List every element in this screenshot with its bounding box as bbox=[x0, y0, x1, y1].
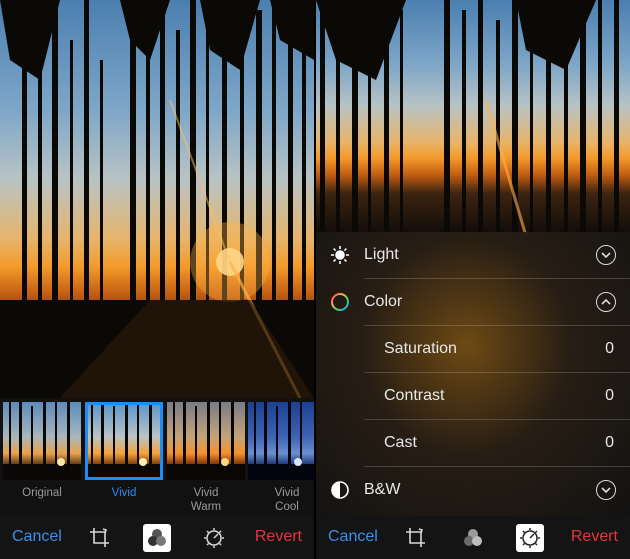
cancel-button[interactable]: Cancel bbox=[328, 528, 378, 546]
contrast-value: 0 bbox=[605, 387, 614, 404]
filter-thumb-vivid-cool[interactable] bbox=[248, 402, 314, 480]
adjust-dial-icon[interactable] bbox=[516, 524, 544, 552]
forest-sunset-image bbox=[316, 0, 619, 236]
filters-icon[interactable] bbox=[143, 524, 171, 552]
chevron-down-icon[interactable] bbox=[596, 480, 616, 500]
adjust-dial-icon[interactable] bbox=[200, 524, 228, 552]
filter-thumb-vivid-warm[interactable] bbox=[167, 402, 245, 480]
chevron-down-icon[interactable] bbox=[596, 245, 616, 265]
row-bw[interactable]: B&W bbox=[316, 467, 630, 514]
contrast-label: Contrast bbox=[384, 387, 445, 404]
color-wheel-icon bbox=[330, 292, 350, 312]
row-color[interactable]: Color bbox=[316, 279, 630, 326]
saturation-value: 0 bbox=[605, 340, 614, 357]
cancel-button[interactable]: Cancel bbox=[12, 528, 62, 546]
sun-icon bbox=[330, 245, 350, 265]
filter-label-vivid-warm: Vivid Warm bbox=[190, 487, 222, 513]
photo-preview bbox=[0, 0, 314, 398]
saturation-label: Saturation bbox=[384, 340, 457, 357]
row-cast[interactable]: Cast 0 bbox=[316, 420, 630, 467]
filter-strip bbox=[0, 402, 314, 482]
filter-thumb-vivid[interactable] bbox=[85, 402, 163, 480]
cast-value: 0 bbox=[605, 434, 614, 451]
color-label: Color bbox=[364, 293, 403, 310]
crop-rotate-icon[interactable] bbox=[86, 524, 114, 552]
filter-label-original: Original bbox=[22, 487, 62, 499]
row-contrast[interactable]: Contrast 0 bbox=[316, 373, 630, 420]
revert-button[interactable]: Revert bbox=[571, 528, 618, 546]
filter-label-vivid-cool: Vivid Cool bbox=[274, 487, 300, 513]
chevron-up-icon[interactable] bbox=[596, 292, 616, 312]
half-circle-icon bbox=[330, 480, 350, 500]
row-saturation[interactable]: Saturation 0 bbox=[316, 326, 630, 373]
filters-icon[interactable] bbox=[459, 524, 487, 552]
light-label: Light bbox=[364, 246, 399, 263]
filter-thumb-original[interactable] bbox=[3, 402, 81, 480]
adjustments-screen: Light Color Saturation 0 Contrast 0 Cast… bbox=[316, 0, 630, 559]
row-light[interactable]: Light bbox=[316, 232, 630, 279]
filter-label-vivid: Vivid bbox=[111, 487, 137, 499]
forest-sunset-image bbox=[0, 0, 314, 398]
cast-label: Cast bbox=[384, 434, 417, 451]
bottom-toolbar: Cancel Revert bbox=[316, 516, 630, 559]
photo-preview bbox=[316, 0, 630, 236]
adjustments-panel: Light Color Saturation 0 Contrast 0 Cast… bbox=[316, 232, 630, 516]
revert-button[interactable]: Revert bbox=[255, 528, 302, 546]
crop-rotate-icon[interactable] bbox=[402, 524, 430, 552]
filters-screen: Original Vivid Vivid Warm Vivid Cool Can… bbox=[0, 0, 314, 559]
bw-label: B&W bbox=[364, 481, 401, 498]
bottom-toolbar: Cancel Revert bbox=[0, 516, 314, 559]
